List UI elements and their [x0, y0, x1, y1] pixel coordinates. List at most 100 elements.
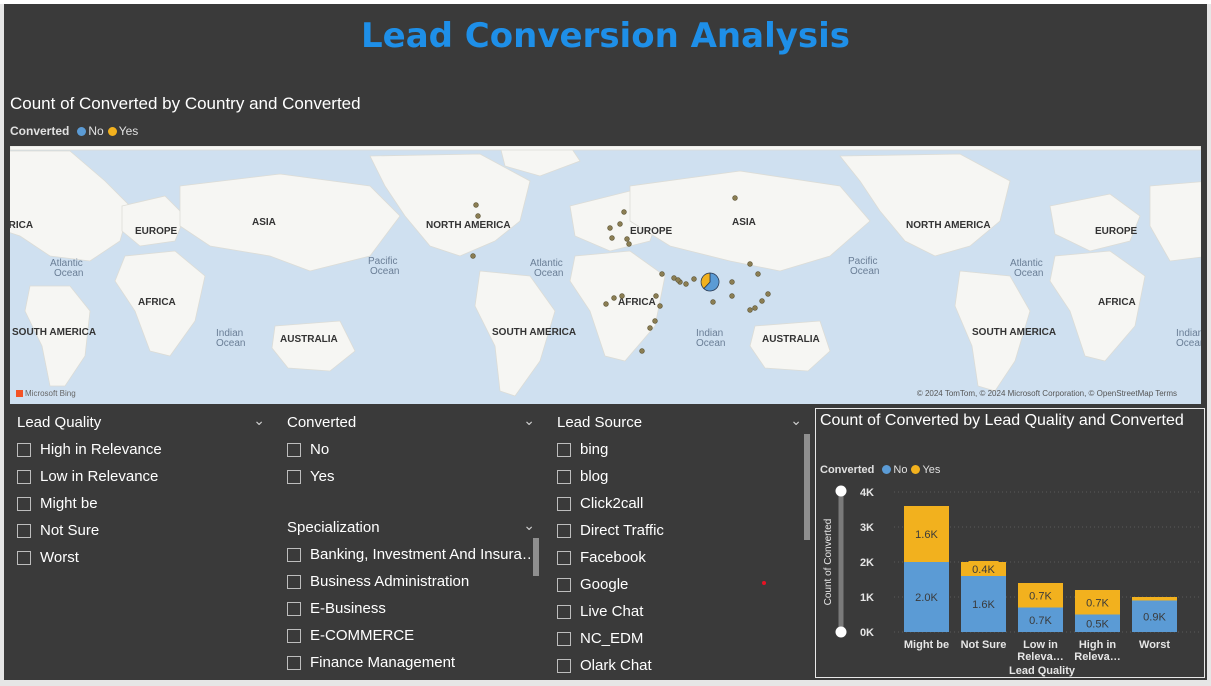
map-copyright[interactable]: © 2024 TomTom, © 2024 Microsoft Corporat… — [917, 389, 1177, 398]
map-point — [747, 307, 753, 313]
map-visual-title: Count of Converted by Country and Conver… — [10, 94, 361, 113]
checkbox[interactable] — [557, 523, 571, 538]
specialization-item[interactable]: Business Administration — [287, 568, 535, 595]
map-point — [624, 236, 630, 242]
chevron-down-icon[interactable]: ⌄ — [523, 517, 535, 534]
bar-segment-yes — [1132, 597, 1177, 601]
map-point — [607, 225, 613, 231]
lead-source-item-label: Direct Traffic — [580, 522, 664, 539]
ocean-label: Ocean — [1014, 268, 1043, 279]
specialization-item[interactable]: Finance Management — [287, 649, 535, 676]
red-dot-marker — [762, 581, 766, 585]
checkbox[interactable] — [557, 469, 571, 484]
map-point — [729, 293, 735, 299]
map-point — [729, 279, 735, 285]
map-point — [617, 221, 623, 227]
chevron-down-icon[interactable]: ⌄ — [790, 412, 802, 429]
lead-quality-item[interactable]: High in Relevance — [17, 436, 265, 463]
map-point — [752, 305, 758, 311]
checkbox[interactable] — [557, 550, 571, 565]
map-point — [657, 303, 663, 309]
data-label: 0.7K — [1029, 615, 1052, 627]
checkbox[interactable] — [287, 655, 301, 670]
ocean-label: Ocean — [696, 338, 725, 349]
legend-no-marker — [77, 127, 87, 136]
checkbox[interactable] — [17, 469, 31, 484]
lead-source-item[interactable]: NC_EDM — [557, 625, 802, 652]
specialization-item[interactable]: E-Business — [287, 595, 535, 622]
data-label: 0.5K — [1086, 618, 1109, 630]
converted-item[interactable]: Yes — [287, 463, 535, 490]
lead-quality-item-label: Might be — [40, 495, 98, 512]
checkbox[interactable] — [557, 631, 571, 646]
data-label: 0.4K — [972, 564, 995, 576]
lead-source-item[interactable]: Olark Chat — [557, 652, 802, 679]
checkbox[interactable] — [17, 523, 31, 538]
x-tick-label: Might be — [904, 639, 949, 651]
lead-quality-item[interactable]: Low in Relevance — [17, 463, 265, 490]
lead-source-item-label: NC_EDM — [580, 630, 644, 647]
data-label: 0.7K — [1029, 590, 1052, 602]
specialization-scrollbar[interactable] — [533, 538, 539, 576]
continent-label: ASIA — [732, 217, 756, 228]
checkbox[interactable] — [17, 442, 31, 457]
checkbox[interactable] — [557, 577, 571, 592]
checkbox[interactable] — [287, 547, 301, 562]
lead-source-item[interactable]: Facebook — [557, 544, 802, 571]
lead-quality-chart-visual[interactable]: Count of Converted by Lead Quality and C… — [815, 408, 1205, 678]
converted-header: Converted — [287, 414, 357, 431]
converted-item-label: No — [310, 441, 330, 458]
specialization-item-label: Finance Management — [310, 654, 456, 671]
lead-quality-slicer: Lead Quality ⌄ High in Relevance Low in Re… — [17, 412, 265, 571]
specialization-item[interactable]: E-COMMERCE — [287, 622, 535, 649]
chevron-down-icon[interactable]: ⌄ — [253, 412, 265, 429]
checkbox[interactable] — [17, 496, 31, 511]
world-map[interactable]: ERICA EUROPE ASIA AFRICA SOUTH AMERICA AUSTRA… — [10, 146, 1201, 404]
map-point — [619, 293, 625, 299]
map-point — [755, 271, 761, 277]
specialization-header: Specialization — [287, 519, 380, 536]
data-label: 1.6K — [972, 599, 995, 611]
checkbox[interactable] — [557, 658, 571, 673]
lead-quality-item-label: High in Relevance — [40, 441, 162, 458]
lead-quality-item[interactable]: Worst — [17, 544, 265, 571]
lead-quality-header: Lead Quality — [17, 414, 102, 431]
zoom-slider-handle — [835, 626, 847, 638]
lead-source-item[interactable]: blog — [557, 463, 802, 490]
map-point — [621, 209, 627, 215]
lead-quality-item-label: Low in Relevance — [40, 468, 159, 485]
lead-source-scrollbar[interactable] — [804, 434, 810, 540]
lead-quality-item[interactable]: Not Sure — [17, 517, 265, 544]
lead-source-item[interactable]: Live Chat — [557, 598, 802, 625]
lead-quality-item-label: Worst — [40, 549, 79, 566]
specialization-item[interactable]: Banking, Investment And Insura… — [287, 541, 537, 568]
checkbox[interactable] — [287, 442, 301, 457]
lead-source-item[interactable]: bing — [557, 436, 802, 463]
map-point — [647, 325, 653, 331]
x-tick-label: Not Sure — [961, 639, 1007, 651]
legend-no-label[interactable]: No — [88, 124, 103, 138]
y-axis-title: Count of Converted — [823, 519, 834, 606]
map-point — [653, 293, 659, 299]
checkbox[interactable] — [287, 601, 301, 616]
lead-quality-item[interactable]: Might be — [17, 490, 265, 517]
zoom-slider-handle — [835, 485, 847, 497]
data-label: 0.9K — [1143, 611, 1166, 623]
checkbox[interactable] — [287, 469, 301, 484]
checkbox[interactable] — [287, 574, 301, 589]
checkbox[interactable] — [557, 442, 571, 457]
checkbox[interactable] — [17, 550, 31, 565]
chevron-down-icon[interactable]: ⌄ — [523, 412, 535, 429]
map-point — [611, 295, 617, 301]
continent-label: SOUTH AMERICA — [972, 327, 1056, 338]
converted-item[interactable]: No — [287, 436, 535, 463]
map-point — [732, 195, 738, 201]
checkbox[interactable] — [557, 604, 571, 619]
checkbox[interactable] — [557, 496, 571, 511]
lead-source-item[interactable]: Direct Traffic — [557, 517, 802, 544]
continent-label: SOUTH AMERICA — [492, 327, 576, 338]
legend-yes-label[interactable]: Yes — [119, 124, 139, 138]
converted-item-label: Yes — [310, 468, 335, 485]
checkbox[interactable] — [287, 628, 301, 643]
lead-source-item[interactable]: Click2call — [557, 490, 802, 517]
